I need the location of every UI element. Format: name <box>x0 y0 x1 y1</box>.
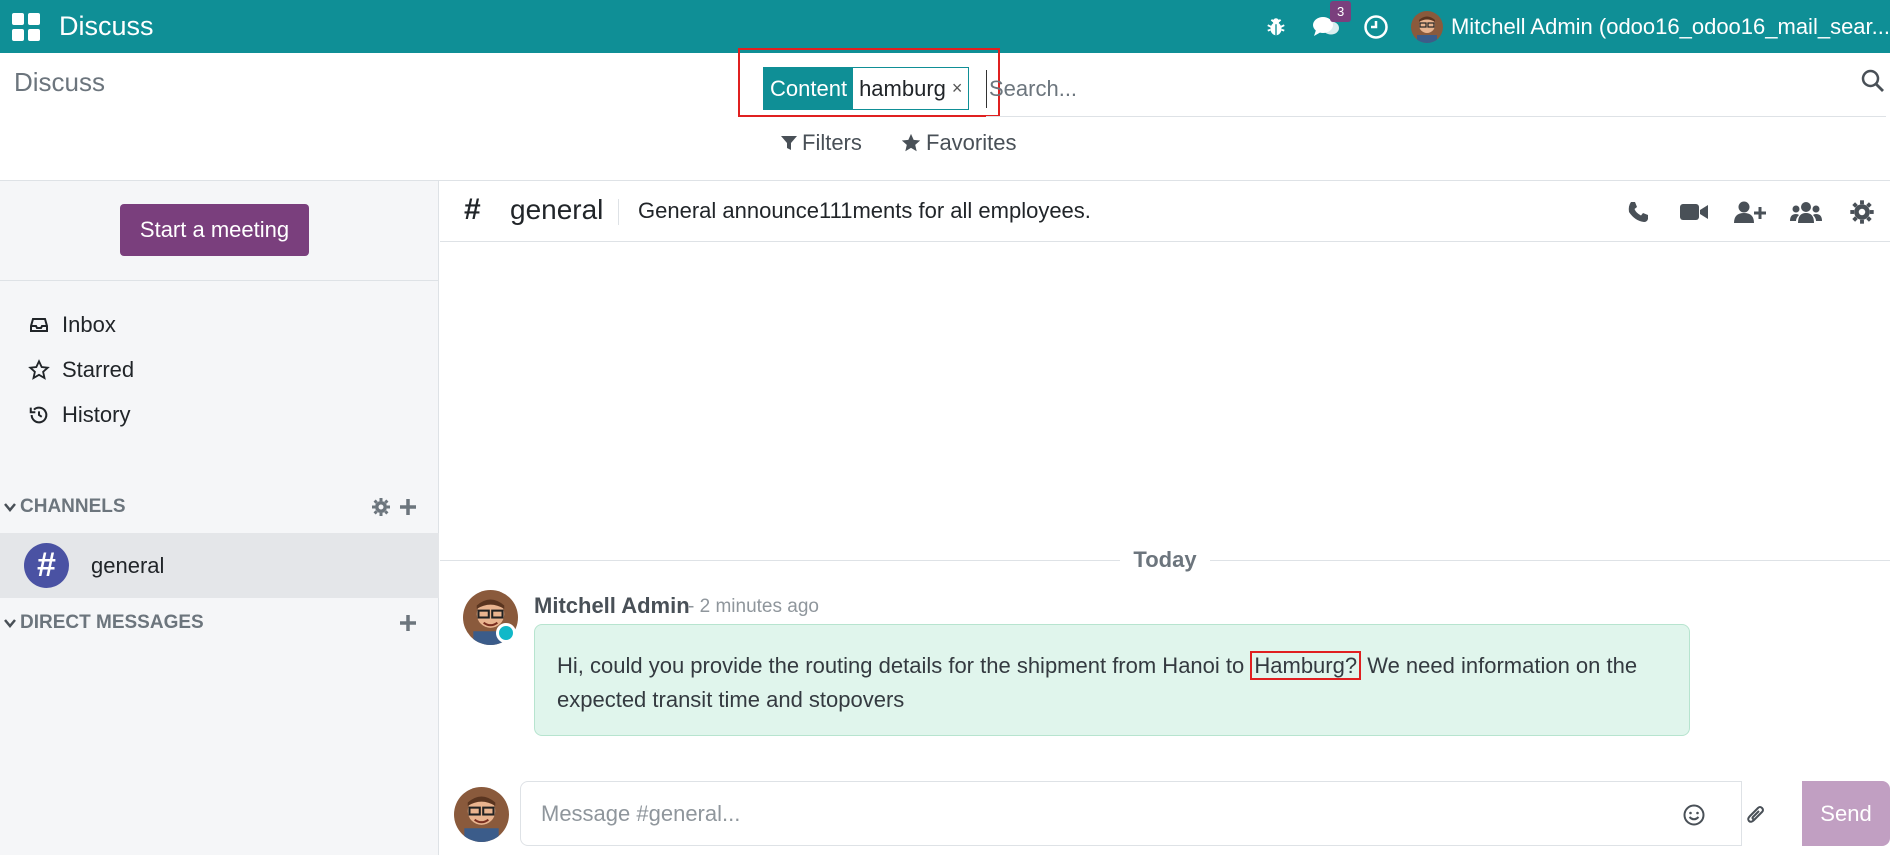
paperclip-attach-icon[interactable] <box>1741 800 1771 830</box>
direct-messages-category: DIRECT MESSAGES <box>0 603 439 643</box>
sidebar-item-label: History <box>62 402 131 427</box>
search-facet-value-text: hamburg <box>859 75 946 101</box>
filters-button[interactable]: Filters <box>780 130 862 156</box>
thread-header-divider <box>618 199 619 225</box>
search-input[interactable] <box>986 70 1856 108</box>
channels-header: CHANNELS <box>20 496 126 517</box>
message-date: - 2 minutes ago <box>688 596 819 617</box>
direct-messages-actions <box>399 614 417 632</box>
star-icon <box>26 359 52 381</box>
channel-name: general <box>91 552 165 578</box>
emoji-icon[interactable] <box>1679 800 1709 830</box>
search-facet-value: hamburg × <box>853 68 969 109</box>
debug-bug-icon[interactable] <box>1251 0 1301 53</box>
sidebar-item-label: Inbox <box>62 312 116 337</box>
search-underline <box>986 116 1886 117</box>
add-direct-message-plus-icon[interactable] <box>399 614 417 632</box>
send-button[interactable]: Send <box>1802 781 1890 846</box>
message-body-text: Hi, could you provide the routing detail… <box>557 653 1251 678</box>
activity-clock-icon[interactable] <box>1351 0 1401 53</box>
sidebar-item-channel-general[interactable]: # general <box>0 533 439 598</box>
discuss-sidebar: Start a meeting Inbox Starred History CH… <box>0 181 439 855</box>
channels-category-toggle[interactable]: CHANNELS <box>0 496 126 518</box>
inbox-icon <box>26 316 52 334</box>
online-status-indicator <box>496 623 516 643</box>
sidebar-divider <box>0 280 439 281</box>
search-highlight-term: Hamburg? <box>1250 651 1362 680</box>
message-composer: Send <box>440 775 1890 855</box>
message-author[interactable]: Mitchell Admin <box>534 593 690 619</box>
channel-avatar: # <box>24 543 69 588</box>
messaging-badge: 3 <box>1329 1 1352 22</box>
direct-messages-header: DIRECT MESSAGES <box>20 612 204 633</box>
top-navbar: Discuss 3 Mitchell Admin (odoo16_odoo16_… <box>0 0 1890 53</box>
messaging-menu-icon[interactable]: 3 <box>1301 0 1352 53</box>
date-separator-label: Today <box>1120 547 1210 573</box>
message-input[interactable] <box>541 798 1591 830</box>
phone-call-icon[interactable] <box>1610 181 1666 242</box>
direct-messages-category-toggle[interactable]: DIRECT MESSAGES <box>0 612 204 634</box>
sidebar-item-history[interactable]: History <box>0 393 439 437</box>
search-facet: Content hamburg × <box>763 67 970 110</box>
apps-menu-icon[interactable] <box>12 12 42 42</box>
thread-description[interactable]: General announce111ments for all employe… <box>638 198 1091 224</box>
thread-actions <box>1610 181 1890 242</box>
composer-input-wrapper <box>520 781 1764 846</box>
filter-icon <box>781 136 797 150</box>
chevron-down-icon <box>4 503 16 512</box>
channel-hash-icon: # <box>464 193 481 226</box>
composer-avatar <box>454 787 509 842</box>
history-icon <box>26 404 52 426</box>
sidebar-item-inbox[interactable]: Inbox <box>0 303 439 347</box>
user-menu[interactable]: Mitchell Admin (odoo16_odoo16_mail_sear.… <box>1410 10 1890 43</box>
settings-gear-icon[interactable] <box>1834 181 1890 242</box>
navbar-systray: 3 Mitchell Admin (odoo16_odoo16_mail_sea… <box>1251 0 1890 53</box>
page-title: Discuss <box>14 67 106 97</box>
facet-remove-icon[interactable]: × <box>952 78 963 99</box>
channels-category: CHANNELS <box>0 487 439 527</box>
chevron-down-icon <box>4 619 16 628</box>
message-body: Hi, could you provide the routing detail… <box>557 649 1667 717</box>
thread-header: # general General announce111ments for a… <box>440 181 1890 242</box>
add-channel-plus-icon[interactable] <box>399 498 417 516</box>
filters-label: Filters <box>802 130 862 155</box>
sidebar-item-starred[interactable]: Starred <box>0 348 439 392</box>
add-user-icon[interactable] <box>1722 181 1778 242</box>
user-name: Mitchell Admin (odoo16_odoo16_mail_sear.… <box>1450 13 1890 39</box>
favorites-button[interactable]: Favorites <box>900 130 1016 156</box>
message-bubble: Hi, could you provide the routing detail… <box>534 624 1690 736</box>
start-meeting-button[interactable]: Start a meeting <box>120 204 309 256</box>
search-icon[interactable] <box>1860 68 1888 98</box>
app-name[interactable]: Discuss <box>59 11 154 42</box>
video-call-icon[interactable] <box>1666 181 1722 242</box>
channel-settings-gear-icon[interactable] <box>371 497 391 517</box>
message-list[interactable]: Today Mitchell Admin - 2 minutes ago Hi,… <box>440 242 1890 762</box>
thread-name[interactable]: general <box>510 194 603 226</box>
favorites-label: Favorites <box>926 130 1017 155</box>
sidebar-item-label: Starred <box>62 357 135 382</box>
star-filled-icon <box>901 133 921 152</box>
channels-actions <box>371 497 417 517</box>
members-group-icon[interactable] <box>1778 181 1834 242</box>
search-facet-label: Content <box>764 68 854 109</box>
user-avatar <box>1410 10 1443 43</box>
